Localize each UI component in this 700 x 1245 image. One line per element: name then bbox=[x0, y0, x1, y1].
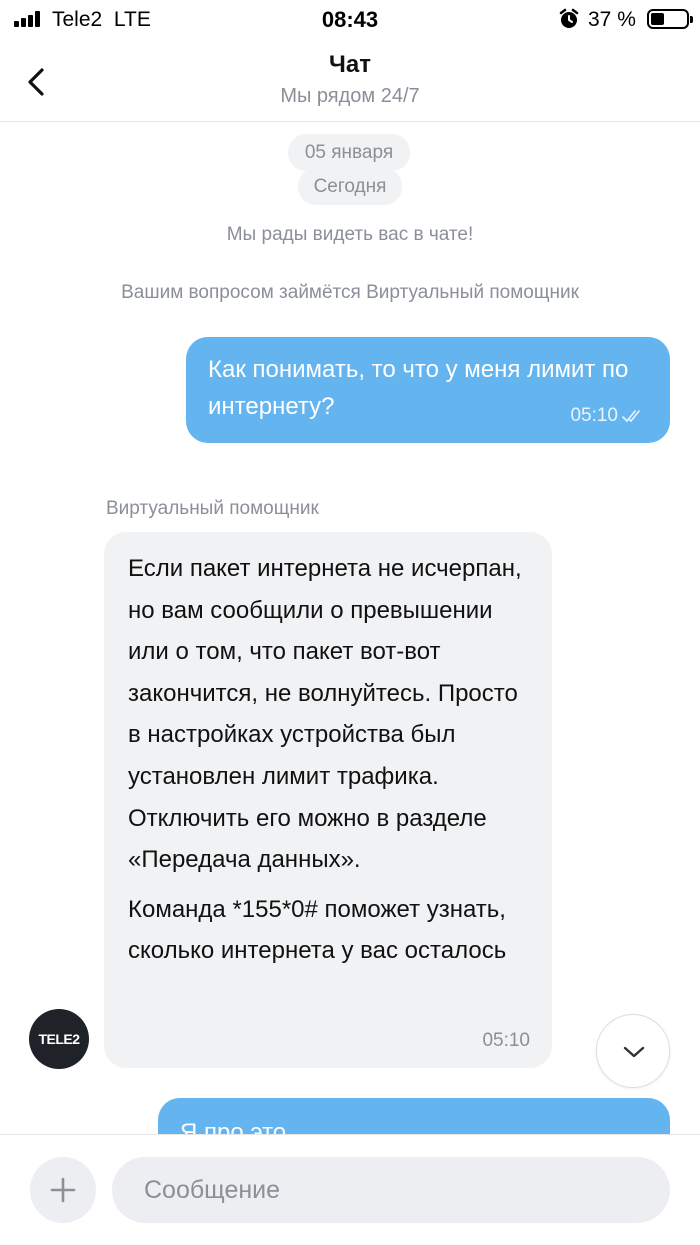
page-subtitle: Мы рядом 24/7 bbox=[280, 85, 420, 107]
outgoing-message[interactable]: Я про это bbox=[158, 1098, 670, 1134]
system-message-assignment: Вашим вопросом займётся Виртуальный помо… bbox=[121, 282, 579, 303]
page-title: Чат bbox=[329, 51, 371, 78]
today-separator: Сегодня bbox=[298, 168, 402, 205]
message-input[interactable] bbox=[112, 1157, 670, 1223]
date-separator: 05 января bbox=[288, 134, 410, 171]
plus-icon bbox=[50, 1177, 76, 1203]
message-list[interactable]: 05 января Сегодня Мы рады видеть вас в ч… bbox=[0, 122, 700, 1134]
status-bar: Tele2 LTE 08:43 37 % bbox=[0, 0, 700, 40]
attach-button[interactable] bbox=[30, 1157, 96, 1223]
read-checkmark-icon bbox=[622, 410, 640, 423]
chat-screen: Tele2 LTE 08:43 37 % Чат Мы рядом 24/7 0… bbox=[0, 0, 700, 1245]
message-composer bbox=[0, 1134, 700, 1245]
bot-avatar: TELE2 bbox=[29, 1009, 89, 1069]
incoming-message[interactable]: Если пакет интернета не исчерпан, но вам… bbox=[104, 532, 552, 1068]
message-meta: 05:10 bbox=[570, 405, 642, 427]
message-text: Я про это bbox=[180, 1119, 287, 1134]
message-paragraph: Если пакет интернета не исчерпан, но вам… bbox=[128, 555, 522, 874]
sender-name: Виртуальный помощник bbox=[106, 498, 319, 519]
outgoing-message[interactable]: Как понимать, то что у меня лимит по инт… bbox=[186, 337, 670, 443]
system-message-welcome: Мы рады видеть вас в чате! bbox=[226, 224, 474, 245]
chevron-down-icon bbox=[623, 1046, 645, 1058]
message-time: 05:10 bbox=[570, 405, 618, 426]
chat-header: Чат Мы рядом 24/7 bbox=[0, 40, 700, 122]
battery-icon bbox=[647, 9, 693, 29]
scroll-down-button[interactable] bbox=[596, 1014, 670, 1088]
battery-percent: 37 % bbox=[588, 8, 636, 31]
alarm-icon bbox=[559, 8, 579, 28]
message-paragraph: Команда *155*0# поможет узнать, сколько … bbox=[128, 895, 507, 965]
message-time: 05:10 bbox=[482, 1030, 530, 1051]
